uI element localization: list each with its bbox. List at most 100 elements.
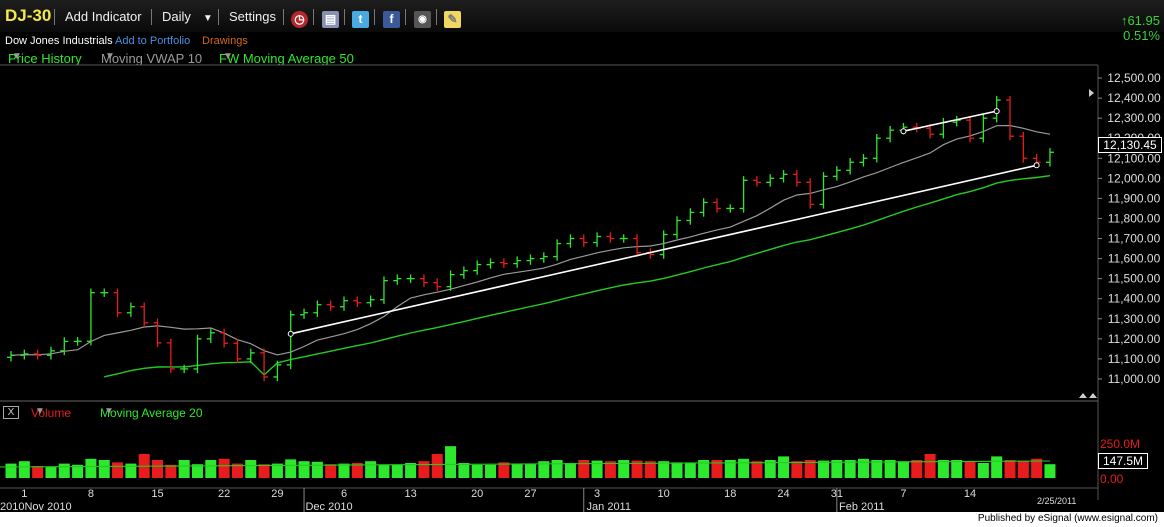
- volume-bar: [1044, 464, 1056, 478]
- price-bars: [7, 95, 1054, 382]
- x-tick-label: 15: [151, 488, 163, 500]
- volume-bar: [405, 463, 417, 478]
- y-tick-label: 12,500.00: [1107, 71, 1161, 85]
- chevron-down-icon: ▼: [35, 406, 45, 417]
- x-tick-label: 8: [88, 488, 94, 500]
- x-tick-label: 6: [341, 488, 347, 500]
- vwap-series: [10, 124, 1051, 356]
- trendline: [903, 110, 997, 132]
- x-tick-label: 20: [471, 488, 483, 500]
- volume-bar: [884, 460, 896, 478]
- volume-bar: [618, 460, 630, 478]
- volume-bar: [564, 463, 576, 478]
- volume-bar: [418, 461, 430, 478]
- y-tick-label: 11,500.00: [1108, 272, 1161, 286]
- volume-bar: [671, 462, 683, 478]
- x-month-label: Jan 2011: [587, 501, 631, 512]
- x-tick-label: 29: [271, 488, 283, 500]
- x-month-label: Feb 2011: [839, 501, 885, 512]
- y-tick-label: 11,700.00: [1108, 232, 1161, 246]
- volume-bar: [378, 464, 390, 478]
- volume-bar: [311, 461, 323, 478]
- close-pane-button[interactable]: X: [3, 406, 19, 419]
- scroll-up-icon[interactable]: [1079, 393, 1087, 398]
- volume-bar: [991, 456, 1003, 478]
- volume-bar: [391, 464, 403, 478]
- trendline-handle: [287, 330, 294, 337]
- vwap-line: [10, 124, 1051, 356]
- chevron-down-icon: ▼: [104, 406, 114, 417]
- volume-bars: 250.0M 0.00: [0, 437, 1140, 486]
- x-tick-label: 3: [594, 488, 600, 500]
- volume-bar: [897, 461, 909, 478]
- price-axis: 12,500.0012,400.0012,300.0012,200.0012,1…: [1098, 71, 1161, 386]
- trendline-handle: [900, 128, 907, 135]
- volume-bar: [5, 463, 17, 478]
- x-month-label: Dec 2010: [305, 501, 352, 512]
- volume-bar: [1004, 460, 1016, 478]
- volume-bar: [32, 466, 44, 478]
- volume-bar: [751, 461, 763, 478]
- volume-bar: [218, 458, 230, 478]
- volume-bar: [511, 463, 523, 478]
- volume-bar: [445, 446, 457, 478]
- volume-bar: [298, 461, 310, 478]
- volume-tick-label: 0.00: [1100, 472, 1124, 486]
- y-tick-label: 12,000.00: [1107, 171, 1161, 185]
- x-tick-label: 22: [218, 488, 230, 500]
- volume-bar: [112, 462, 124, 478]
- y-tick-label: 11,600.00: [1108, 252, 1161, 266]
- volume-bar: [458, 463, 470, 478]
- trendline-handle: [993, 108, 1000, 115]
- y-tick-label: 12,300.00: [1107, 111, 1161, 125]
- ma50-series: [104, 175, 1051, 378]
- volume-bar: [524, 463, 536, 478]
- x-month-label: 2010Nov 2010: [0, 501, 72, 512]
- y-tick-label: 11,400.00: [1108, 292, 1161, 306]
- y-tick-label: 11,200.00: [1108, 332, 1161, 346]
- volume-bar: [937, 460, 949, 478]
- y-tick-label: 11,900.00: [1108, 191, 1161, 205]
- volume-bar: [778, 456, 790, 478]
- trendlines[interactable]: [287, 108, 1040, 337]
- y-tick-label: 11,100.00: [1108, 352, 1161, 366]
- volume-bar: [911, 460, 923, 478]
- y-tick-label: 11,000.00: [1108, 372, 1161, 386]
- volume-bar: [58, 463, 70, 478]
- last-volume-label: 147.5M: [1098, 453, 1148, 469]
- volume-bar: [485, 464, 497, 478]
- volume-bar: [871, 460, 883, 478]
- volume-bar: [18, 461, 30, 478]
- volume-bar: [178, 460, 190, 478]
- volume-bar: [924, 454, 936, 478]
- x-tick-label: 27: [524, 488, 536, 500]
- published-by: Published by eSignal (www.esignal.com): [977, 513, 1158, 524]
- volume-tick-label: 250.0M: [1100, 437, 1140, 451]
- volume-bar: [98, 460, 110, 478]
- trendline-handle: [1033, 162, 1040, 169]
- x-tick-label: 24: [777, 488, 789, 500]
- volume-bar: [205, 460, 217, 478]
- x-axis: 1 8 15 22 29 6 13 20 27 3 10 18 24 31 7 142010Nov 2010 D…: [0, 488, 976, 512]
- volume-bar: [1031, 458, 1043, 478]
- date-stamp: 2/25/2011: [1037, 496, 1077, 506]
- volume-bar: [431, 454, 443, 478]
- volume-bar: [738, 458, 750, 478]
- volume-bar: [684, 462, 696, 478]
- legend-ma20-label: Moving Average 20: [100, 406, 203, 420]
- footer: Published by eSignal (www.esignal.com): [0, 512, 1164, 527]
- volume-bar: [818, 460, 830, 478]
- volume-bar: [578, 460, 590, 478]
- x-tick-label: 10: [658, 488, 670, 500]
- volume-bar: [365, 461, 377, 478]
- scroll-up-icon[interactable]: [1089, 393, 1097, 398]
- volume-bar: [1017, 460, 1029, 478]
- volume-bar: [471, 464, 483, 478]
- volume-bar: [964, 461, 976, 478]
- trendline: [290, 164, 1037, 335]
- last-price-marker-icon: [1089, 89, 1094, 97]
- last-price-label: 12,130.45: [1098, 137, 1162, 153]
- volume-bar: [325, 464, 337, 478]
- volume-bar: [951, 460, 963, 478]
- price-chart[interactable]: 12,500.0012,400.0012,300.0012,200.0012,1…: [0, 0, 1164, 512]
